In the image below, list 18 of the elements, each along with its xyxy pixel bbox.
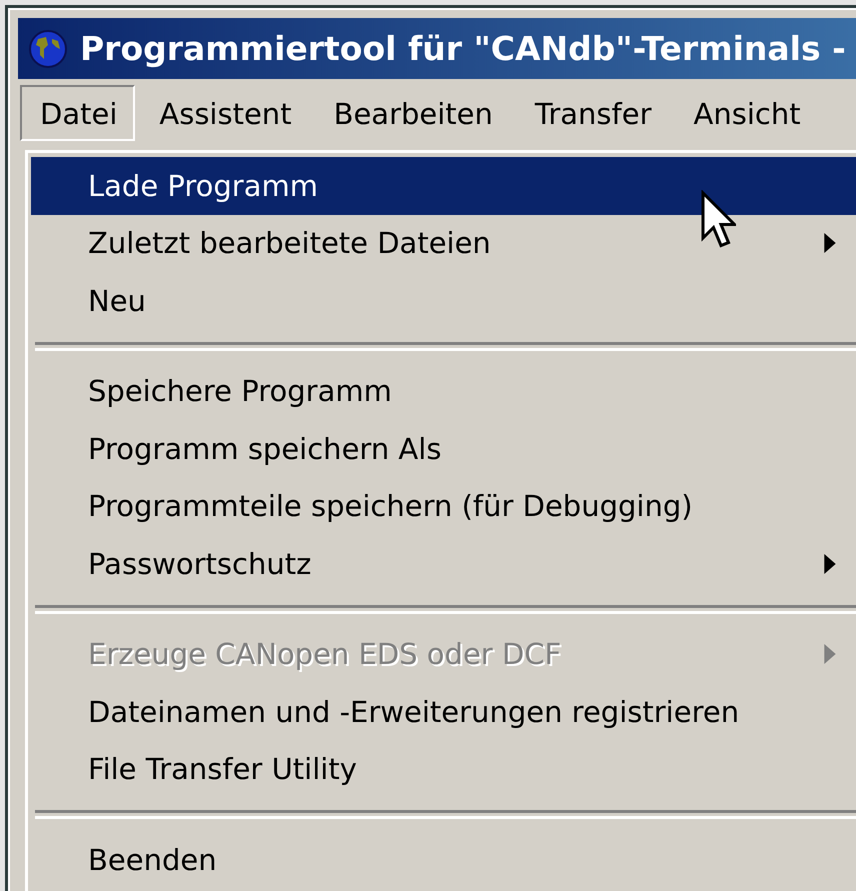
menu-item[interactable]: Lade Programm xyxy=(31,157,856,214)
menu-item[interactable]: Dateinamen und -Erweiterungen registrieren xyxy=(31,683,856,740)
menu-bar-item[interactable]: Bearbeiten xyxy=(314,85,511,141)
menu-item[interactable]: Passwortschutz xyxy=(31,535,856,592)
menu-item[interactable]: Programmteile speichern (für Debugging) xyxy=(31,478,856,535)
cursor-icon xyxy=(700,190,736,250)
menu-bar-item[interactable]: Datei xyxy=(20,85,136,141)
menu-item[interactable]: Neu xyxy=(31,272,856,330)
menu-item[interactable]: Beenden xyxy=(31,831,856,888)
globe-icon xyxy=(28,28,68,68)
menu-item[interactable]: Programm speichern Als xyxy=(31,420,856,478)
window-title: Programmiertool für "CANdb"-Terminals - xyxy=(80,29,846,68)
menu-bar-item[interactable]: Ansicht xyxy=(674,85,819,141)
menu-item[interactable]: Speichere Programm xyxy=(31,362,856,420)
menu-bar-item[interactable]: Assistent xyxy=(139,85,310,141)
menu-item[interactable]: File Transfer Utility xyxy=(31,740,856,798)
menu-item[interactable]: Zuletzt bearbeitete Dateien xyxy=(31,214,856,272)
menu-bar-item[interactable]: Transfer xyxy=(514,85,670,141)
